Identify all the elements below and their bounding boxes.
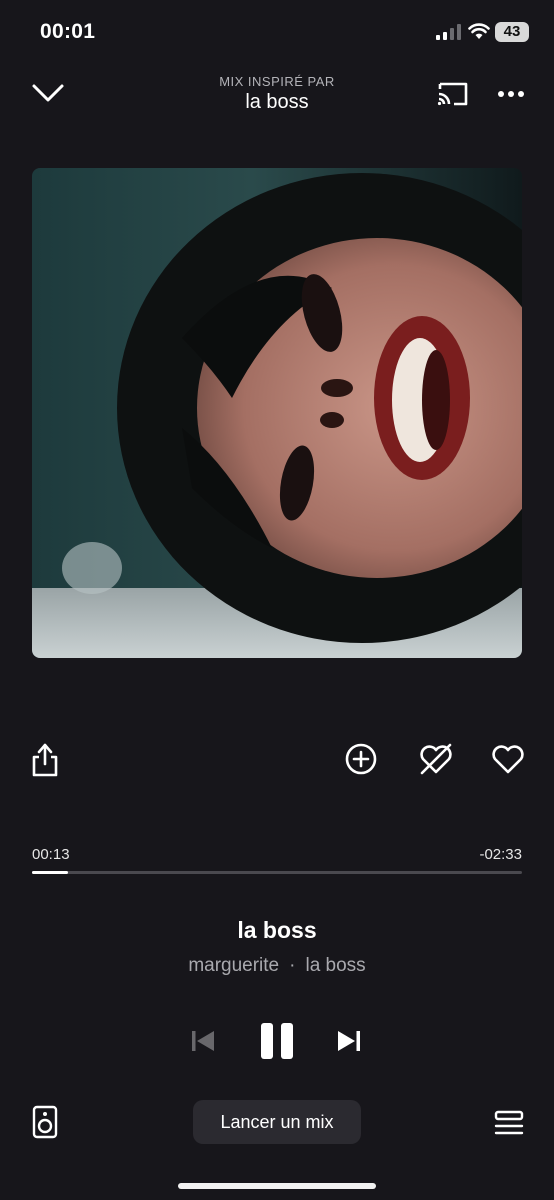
queue-icon[interactable] bbox=[494, 1110, 524, 1136]
signal-icon bbox=[436, 24, 461, 40]
dislike-icon[interactable] bbox=[418, 742, 454, 776]
album-artwork bbox=[32, 168, 522, 658]
header-subtitle: MIX INSPIRÉ PAR bbox=[219, 74, 335, 89]
artist-name[interactable]: marguerite bbox=[188, 955, 279, 976]
album-name[interactable]: la boss bbox=[305, 955, 365, 976]
track-meta: marguerite · la boss bbox=[0, 955, 554, 977]
wifi-icon bbox=[468, 23, 490, 39]
next-icon[interactable] bbox=[336, 1028, 362, 1054]
heart-icon[interactable] bbox=[490, 742, 526, 776]
header-title: la boss bbox=[245, 91, 309, 113]
meta-separator: · bbox=[289, 955, 296, 976]
start-mix-button[interactable]: Lancer un mix bbox=[193, 1100, 361, 1144]
add-icon[interactable] bbox=[344, 742, 378, 776]
track-title: la boss bbox=[237, 917, 317, 943]
share-icon[interactable] bbox=[30, 742, 60, 778]
cast-icon[interactable] bbox=[436, 80, 470, 108]
remaining-time: -02:33 bbox=[479, 846, 522, 863]
elapsed-time: 00:13 bbox=[32, 846, 70, 863]
progress-bar[interactable] bbox=[32, 871, 522, 874]
battery-icon: 43 bbox=[495, 22, 529, 42]
status-time: 00:01 bbox=[40, 20, 96, 43]
previous-icon[interactable] bbox=[190, 1028, 216, 1054]
speaker-icon[interactable] bbox=[32, 1105, 58, 1139]
progress-fill bbox=[32, 871, 69, 874]
pause-icon[interactable] bbox=[258, 1021, 296, 1061]
home-indicator[interactable] bbox=[178, 1183, 376, 1189]
more-icon[interactable] bbox=[494, 84, 528, 104]
